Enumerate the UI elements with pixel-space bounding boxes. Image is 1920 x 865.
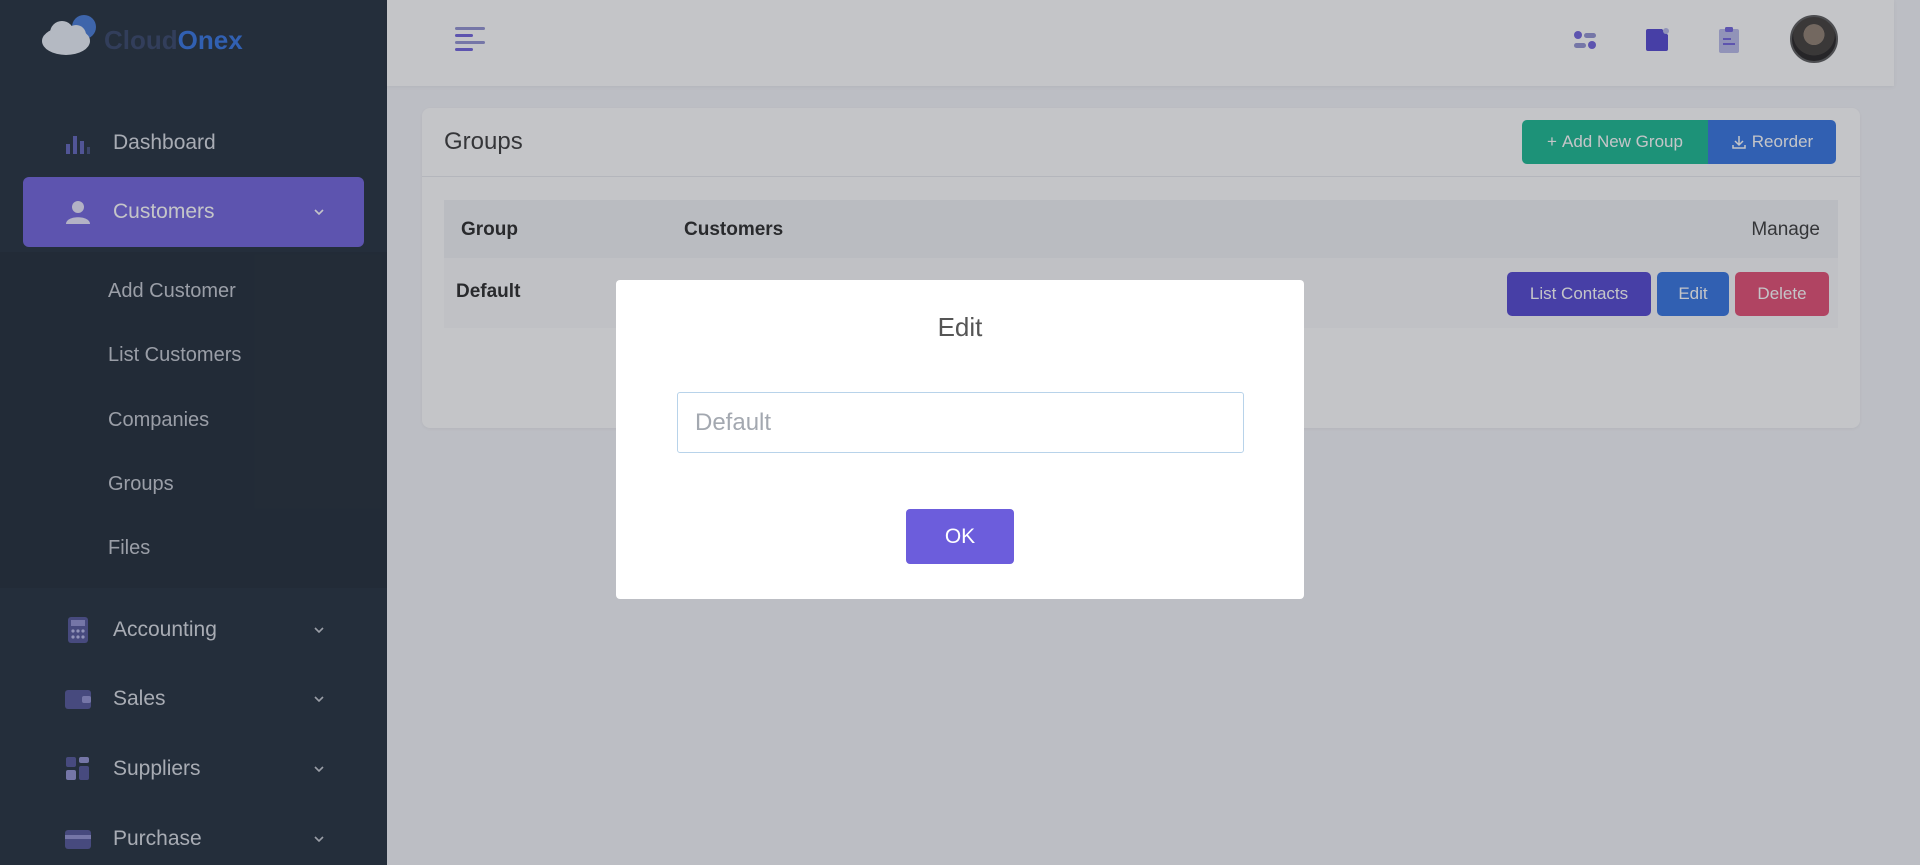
ok-button[interactable]: OK [906, 509, 1014, 564]
dialog-title: Edit [937, 312, 983, 342]
edit-dialog: Edit OK [616, 280, 1304, 599]
group-name-input[interactable] [677, 392, 1244, 453]
